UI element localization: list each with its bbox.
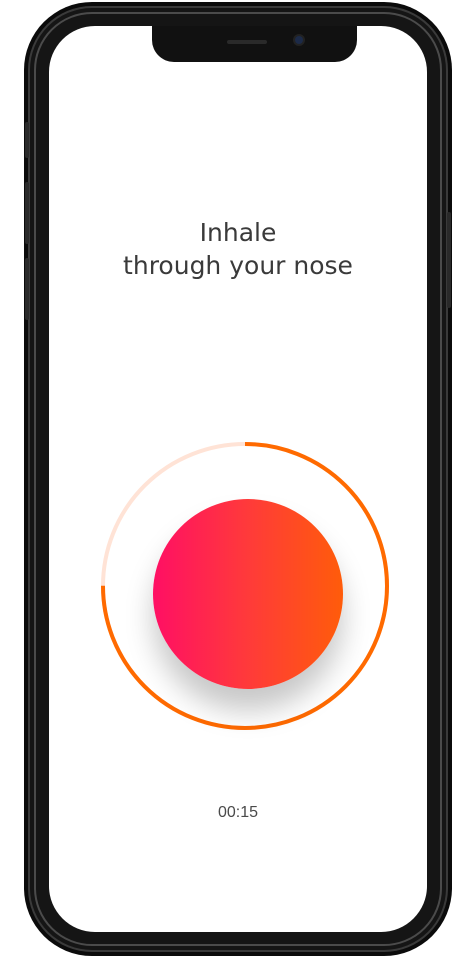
instruction-detail: through your nose — [123, 251, 353, 280]
notch — [152, 26, 357, 62]
instruction-action: Inhale — [199, 218, 277, 247]
camera-icon — [295, 36, 303, 44]
volume-down-button — [25, 258, 29, 320]
breathing-orb[interactable] — [153, 499, 343, 689]
power-button — [447, 212, 451, 308]
session-timer: 00:15 — [217, 804, 259, 821]
breathing-instruction: Inhale through your nose — [49, 216, 427, 282]
device-mockup: Inhale through your nose 00:15 — [0, 0, 474, 957]
app-screen: Inhale through your nose 00:15 — [49, 26, 427, 932]
volume-up-button — [25, 182, 29, 244]
speaker-icon — [227, 40, 267, 44]
mute-switch — [25, 122, 29, 158]
